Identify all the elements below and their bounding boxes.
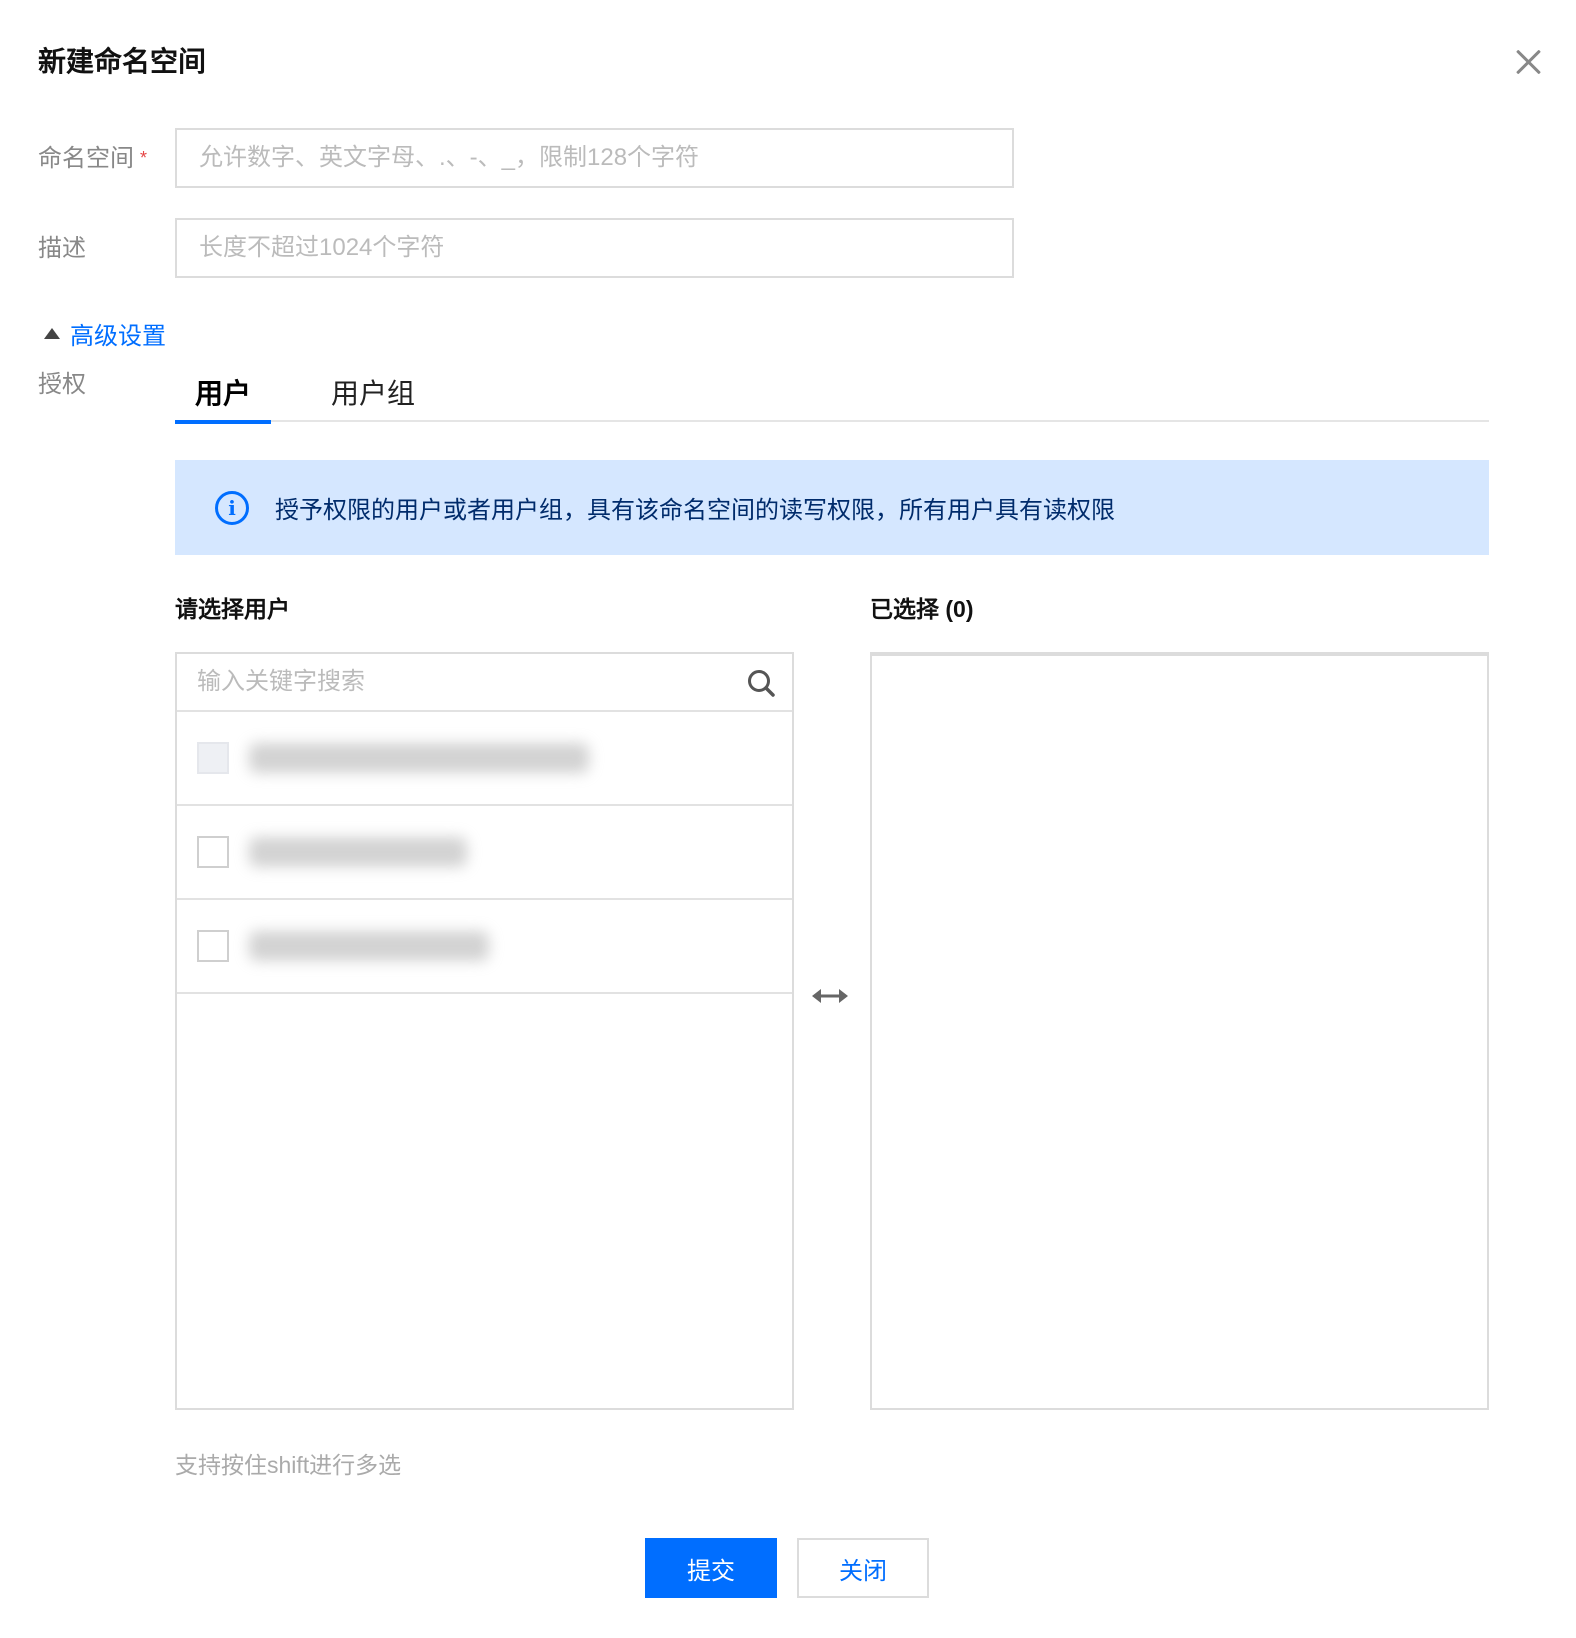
advanced-settings-label: 高级设置 <box>70 323 166 350</box>
info-banner: i 授予权限的用户或者用户组，具有该命名空间的读写权限，所有用户具有读权限 <box>175 460 1489 555</box>
auth-tabs: 用户 用户组 <box>175 364 1489 424</box>
user-checkbox <box>197 742 229 774</box>
close-icon[interactable] <box>1510 44 1546 80</box>
namespace-input[interactable] <box>175 128 1014 188</box>
create-namespace-dialog: 新建命名空间 命名空间 * 描述 高级设置 授权 用户 用户组 i 授予权限的用户… <box>0 0 1576 1638</box>
blurred-user-name <box>249 837 467 867</box>
user-list-item[interactable] <box>177 900 792 994</box>
advanced-settings-toggle[interactable]: 高级设置 <box>44 316 166 351</box>
tab-users[interactable]: 用户 <box>175 372 271 424</box>
description-label: 描述 <box>38 235 86 262</box>
user-checkbox[interactable] <box>197 930 229 962</box>
select-users-title: 请选择用户 <box>175 596 290 622</box>
transfer-arrows-icon <box>812 989 848 1003</box>
search-icon[interactable] <box>746 668 776 698</box>
required-mark: * <box>140 148 148 168</box>
user-checkbox[interactable] <box>197 836 229 868</box>
dialog-title: 新建命名空间 <box>38 46 207 77</box>
submit-button[interactable]: 提交 <box>645 1538 777 1598</box>
user-search-input[interactable] <box>197 668 717 696</box>
selected-title: 已选择 (0) <box>870 596 974 622</box>
user-list-item[interactable] <box>177 712 792 806</box>
close-button[interactable]: 关闭 <box>797 1538 929 1598</box>
info-icon: i <box>215 490 249 525</box>
blurred-user-name <box>249 931 489 961</box>
tab-user-groups[interactable]: 用户组 <box>325 372 421 422</box>
namespace-label-text: 命名空间 <box>38 145 134 172</box>
multi-select-hint: 支持按住shift进行多选 <box>175 1452 402 1478</box>
info-text: 授予权限的用户或者用户组，具有该命名空间的读写权限，所有用户具有读权限 <box>275 497 1115 524</box>
selected-users-panel <box>870 652 1489 1410</box>
blurred-user-name <box>249 743 589 773</box>
user-source-panel <box>175 652 794 1410</box>
triangle-up-icon <box>44 328 60 339</box>
user-search-box <box>177 654 792 712</box>
user-list-item[interactable] <box>177 806 792 900</box>
description-input[interactable] <box>175 218 1014 278</box>
namespace-label: 命名空间 * <box>38 138 147 173</box>
authorization-label: 授权 <box>38 371 86 398</box>
